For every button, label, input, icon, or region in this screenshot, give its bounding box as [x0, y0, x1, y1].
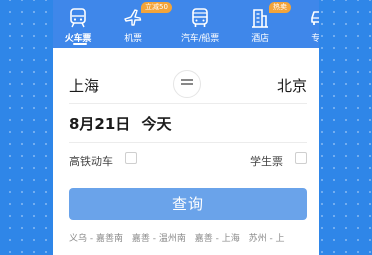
date-value: 8月21日	[69, 115, 131, 133]
history-item[interactable]: 义乌 - 嘉善南	[69, 234, 123, 244]
history-item[interactable]: 嘉善 - 温州南	[132, 234, 186, 244]
history-item[interactable]: 苏州 - 上	[249, 234, 285, 244]
category-tab-bar: 火车票 机票 立减50 汽车/船票 酒店 热卖 专	[53, 0, 319, 48]
swap-icon	[174, 76, 200, 93]
hotel-hot-badge: 热卖	[269, 2, 291, 13]
car-icon	[310, 8, 319, 32]
tab-car[interactable]: 专车	[293, 0, 319, 48]
search-button[interactable]: 查询	[69, 188, 307, 220]
departure-date[interactable]: 8月21日 今天	[69, 113, 172, 134]
departure-city[interactable]: 上海	[69, 75, 99, 96]
history-item[interactable]: 嘉善 - 上海	[195, 234, 240, 244]
arrival-city[interactable]: 北京	[277, 75, 307, 96]
date-weekday: 今天	[141, 115, 172, 133]
tab-bus-ship-label: 汽车/船票	[180, 34, 220, 44]
flight-promo-badge: 立减50	[141, 2, 172, 13]
train-search-form: 上海 北京 8月21日 今天 高铁动车 学生票 查询 义乌 - 嘉善南 嘉善 -…	[53, 48, 319, 255]
airplane-icon	[123, 8, 143, 32]
active-tab-indicator	[73, 43, 87, 45]
search-history: 义乌 - 嘉善南 嘉善 - 温州南 嘉善 - 上海 苏州 - 上	[69, 231, 315, 245]
tab-bus-ship[interactable]: 汽车/船票	[173, 0, 227, 48]
date-divider	[69, 142, 307, 143]
tab-hotel-label: 酒店	[251, 34, 269, 44]
route-divider	[69, 103, 307, 104]
tab-train[interactable]: 火车票	[53, 0, 105, 48]
train-icon	[69, 8, 87, 32]
tab-flight-label: 机票	[124, 34, 142, 44]
phone-screen: 火车票 机票 立减50 汽车/船票 酒店 热卖 专 上海 北京 8月21日 今天…	[53, 0, 319, 255]
student-ticket-checkbox[interactable]	[295, 152, 307, 164]
tab-car-label: 专车	[311, 34, 319, 44]
bus-icon	[191, 8, 209, 32]
high-speed-label: 高铁动车	[69, 155, 113, 168]
app-background: { "tabs": [ {"name": "train", "label": "…	[0, 0, 372, 255]
high-speed-checkbox[interactable]	[125, 152, 137, 164]
hotel-icon	[251, 8, 269, 32]
swap-cities-button[interactable]	[173, 70, 201, 98]
student-ticket-label: 学生票	[250, 155, 283, 168]
